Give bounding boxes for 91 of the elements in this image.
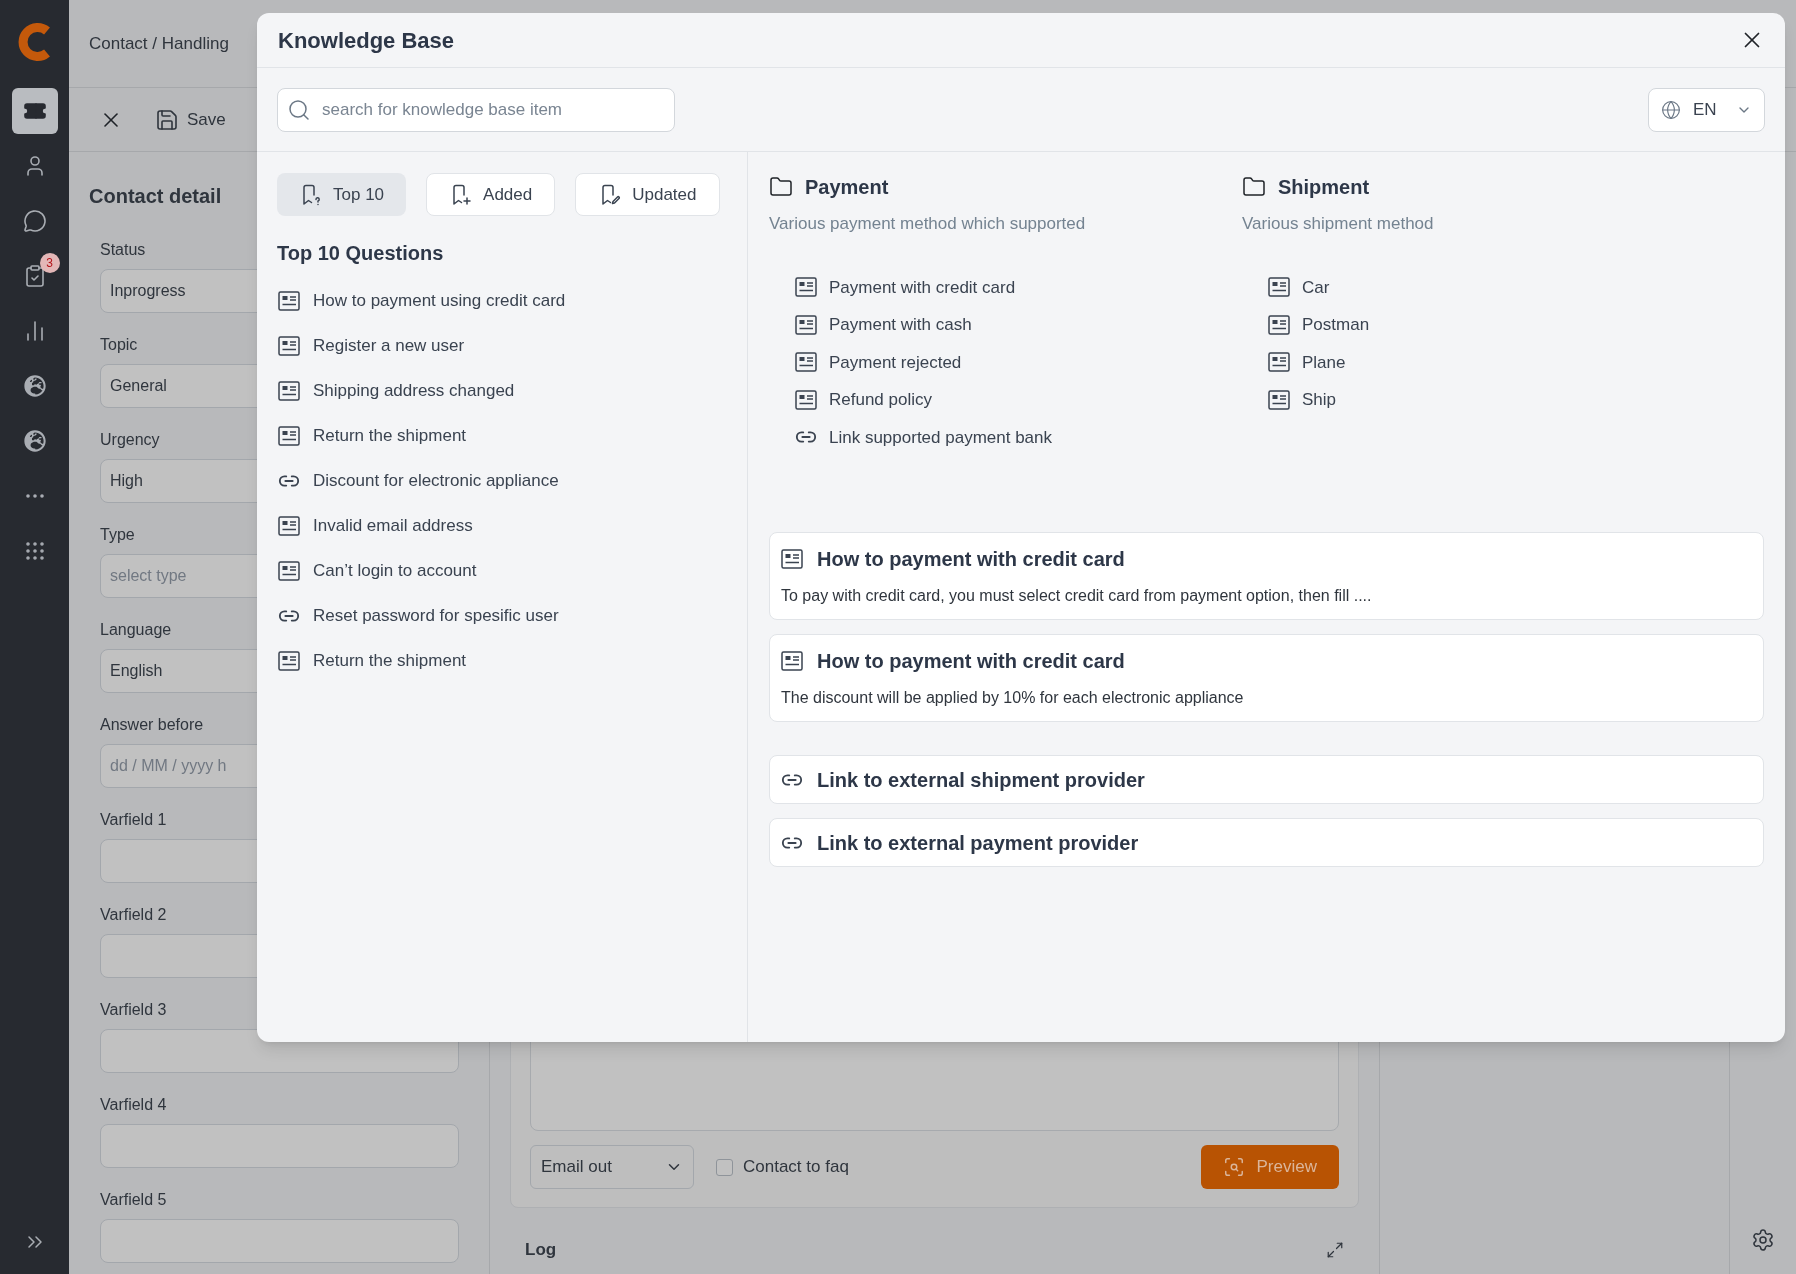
- category-link[interactable]: Payment with credit card: [829, 274, 1016, 300]
- category-link[interactable]: Payment rejected: [829, 349, 962, 375]
- category-link[interactable]: Plane: [1302, 349, 1346, 375]
- article-icon: [278, 380, 300, 401]
- form-field[interactable]: [100, 1124, 459, 1168]
- category-link[interactable]: Refund policy: [829, 387, 932, 413]
- more-icon: [25, 494, 44, 498]
- article-icon: [278, 515, 300, 536]
- card-title: How to payment with credit card: [817, 649, 1125, 674]
- preview-icon: [1222, 1156, 1245, 1178]
- article-icon: [1268, 389, 1290, 410]
- article-icon: [278, 335, 300, 356]
- channel-select[interactable]: Email out: [530, 1145, 694, 1189]
- field-label: Status: [100, 240, 146, 260]
- field-label: Answer before: [100, 715, 204, 735]
- article-icon: [1268, 314, 1290, 335]
- section-title: Contact detail: [89, 184, 222, 208]
- link-card[interactable]: Link to external shipment provider: [769, 755, 1764, 804]
- article-icon: [1268, 352, 1290, 373]
- article-icon: [278, 560, 300, 581]
- faq-checkbox[interactable]: [716, 1158, 733, 1176]
- question-link[interactable]: Shipping address changed: [313, 377, 515, 404]
- globe-icon: [23, 375, 46, 397]
- save-icon: [155, 107, 179, 132]
- form-field[interactable]: [100, 1219, 459, 1263]
- folder-icon: [1242, 175, 1266, 199]
- article-icon: [1268, 277, 1290, 298]
- category-link[interactable]: Car: [1302, 274, 1330, 300]
- search-field[interactable]: search for knowledge base item: [277, 87, 675, 132]
- question-link[interactable]: Return the shipment: [313, 647, 467, 674]
- chat-icon: [22, 209, 47, 233]
- question-link[interactable]: Invalid email address: [313, 512, 473, 539]
- question-link[interactable]: Register a new user: [313, 332, 465, 359]
- list-title: Top 10 Questions: [277, 242, 445, 264]
- category-link[interactable]: Link supported payment bank: [829, 424, 1053, 450]
- article-icon: [781, 651, 803, 671]
- field-label: Varfield 1: [100, 810, 167, 830]
- sidebar-item[interactable]: 3: [11, 253, 58, 299]
- article-icon: [795, 389, 817, 410]
- category-link[interactable]: Postman: [1302, 312, 1370, 338]
- globe-icon: [23, 430, 46, 452]
- article-icon: [795, 352, 817, 373]
- language-select[interactable]: EN: [1648, 87, 1765, 132]
- field-label: Varfield 3: [100, 1000, 167, 1020]
- article-card[interactable]: How to payment with credit card To pay with credit card, you must select credit card from payment option, then fill ....: [769, 532, 1764, 620]
- dialog-title: Knowledge Base: [278, 26, 455, 55]
- category-description: Various shipment method: [1242, 213, 1435, 235]
- card-title: How to payment with credit card: [817, 547, 1125, 572]
- category-description: Various payment method which supported: [769, 213, 1087, 235]
- category-title[interactable]: Shipment: [1278, 172, 1370, 202]
- question-link[interactable]: How to payment using credit card: [313, 287, 566, 314]
- checkbox-label: Contact to faq: [743, 1156, 849, 1179]
- article-icon: [795, 277, 817, 298]
- save-button[interactable]: Save: [155, 106, 226, 133]
- sidebar-item[interactable]: [11, 88, 58, 134]
- question-link[interactable]: Return the shipment: [313, 422, 467, 449]
- link-card[interactable]: Link to external payment provider: [769, 818, 1764, 867]
- category-link[interactable]: Ship: [1302, 387, 1337, 413]
- field-label: Varfield 2: [100, 905, 167, 925]
- folder-icon: [769, 175, 793, 199]
- question-link[interactable]: Discount for electronic appliance: [313, 467, 559, 494]
- card-excerpt: To pay with credit card, you must select credit card from payment option, then fill ....: [781, 586, 1373, 606]
- field-label: Type: [100, 525, 135, 545]
- category-link[interactable]: Payment with cash: [829, 312, 972, 338]
- notification-badge: 3: [39, 253, 60, 273]
- field-label: Language: [100, 620, 172, 640]
- breadcrumb: Contact / Handling: [89, 32, 229, 55]
- question-link[interactable]: Reset password for spesific user: [313, 602, 559, 629]
- category-title[interactable]: Payment: [805, 172, 889, 202]
- filter-tab[interactable]: Top 10: [277, 173, 407, 216]
- article-icon: [781, 549, 803, 569]
- expand-icon[interactable]: [1326, 1241, 1344, 1259]
- field-label: Varfield 4: [100, 1095, 167, 1115]
- field-label: Topic: [100, 335, 138, 355]
- globe-icon: [1661, 99, 1681, 120]
- question-link[interactable]: Can’t login to account: [313, 557, 477, 584]
- card-excerpt: The discount will be applied by 10% for each electronic appliance: [781, 688, 1245, 708]
- settings-icon[interactable]: [1751, 1228, 1775, 1252]
- article-icon: [795, 314, 817, 335]
- field-label: Urgency: [100, 430, 160, 450]
- card-title: Link to external shipment provider: [817, 767, 1145, 793]
- article-card[interactable]: How to payment with credit card The discount will be applied by 10% for each electronic appliance: [769, 634, 1764, 722]
- field-label: Varfield 5: [100, 1190, 167, 1210]
- filter-tab[interactable]: Updated: [575, 173, 720, 216]
- article-icon: [278, 425, 300, 446]
- search-icon: [287, 97, 311, 122]
- filter-tab[interactable]: Added: [426, 173, 556, 216]
- article-icon: [278, 650, 300, 671]
- article-icon: [278, 290, 300, 311]
- card-title: Link to external payment provider: [817, 830, 1139, 856]
- section-title: Log: [525, 1239, 557, 1262]
